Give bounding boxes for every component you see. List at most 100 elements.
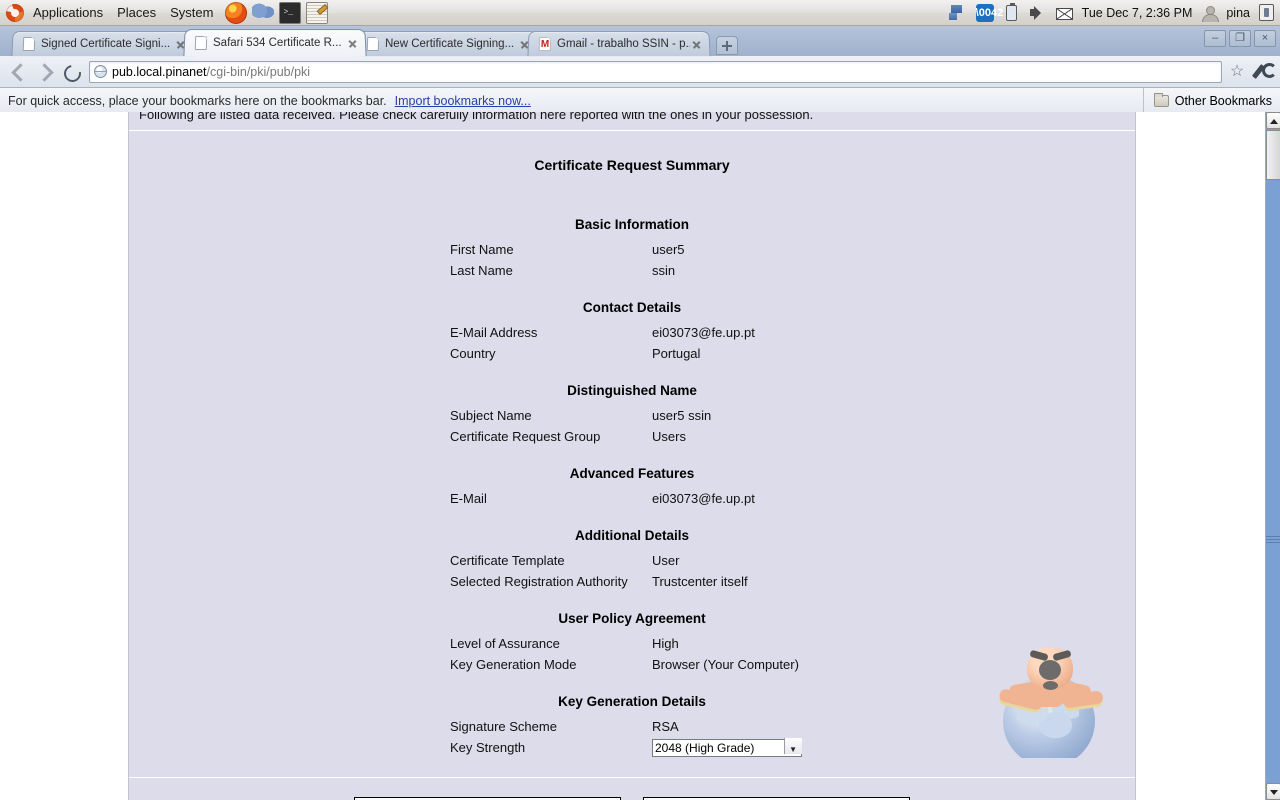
row-value: ei03073@fe.up.pt: [652, 491, 755, 506]
close-icon[interactable]: [690, 38, 704, 51]
user-icon[interactable]: [1201, 5, 1220, 22]
bookmarks-hint: For quick access, place your bookmarks h…: [8, 93, 387, 108]
forward-arrow-icon[interactable]: [32, 59, 58, 85]
row-value: ei03073@fe.up.pt: [652, 325, 755, 340]
row-value: 512 (Low Grade)1024 (Medium Grade)2048 (…: [652, 737, 1135, 760]
battery-icon[interactable]: [1005, 2, 1017, 21]
scroll-up-button[interactable]: [1266, 112, 1280, 129]
section-heading: Key Generation Details: [558, 694, 706, 709]
new-tab-button[interactable]: [716, 36, 738, 55]
summary-row: E-Mail Address ei03073@fe.up.pt: [129, 322, 1135, 343]
summary-row: Certificate Template User: [129, 550, 1135, 571]
section-rows: Subject Name user5 ssin Certificate Requ…: [129, 405, 1135, 447]
row-value: Users: [652, 429, 686, 444]
scroll-down-button[interactable]: [1266, 783, 1280, 800]
summary-row: Certificate Request Group Users: [129, 426, 1135, 447]
page-title: Certificate Request Summary: [534, 157, 730, 173]
bluetooth-icon[interactable]: [975, 3, 994, 22]
row-value: user5 ssin: [652, 408, 712, 423]
row-value: user5: [652, 242, 685, 257]
row-value: Trustcenter itself: [652, 574, 748, 589]
section-heading: Additional Details: [574, 528, 689, 543]
section-contact-details: Contact Details E-Mail Address ei03073@f…: [129, 300, 1135, 364]
terminal-launcher-icon[interactable]: [279, 1, 302, 24]
ubuntu-logo-icon[interactable]: [6, 3, 24, 22]
summary-row: E-Mail ei03073@fe.up.pt: [129, 488, 1135, 509]
section-advanced-features: Advanced Features E-Mail ei03073@fe.up.p…: [129, 466, 1135, 509]
scrollbar-thumb[interactable]: [1266, 130, 1280, 180]
row-label: E-Mail Address: [450, 325, 538, 340]
summary-row: Last Name ssin: [129, 260, 1135, 281]
window-controls: – ❐ ×: [1204, 30, 1276, 47]
page-viewport: Following are listed data received. Plea…: [0, 112, 1280, 800]
tab-title: Signed Certificate Signi...: [40, 38, 171, 51]
intro-text: Following are listed data received. Plea…: [139, 112, 814, 122]
shutdown-icon[interactable]: [1259, 4, 1274, 21]
wrench-icon[interactable]: [1250, 60, 1277, 84]
minimize-button[interactable]: –: [1204, 30, 1226, 47]
gnome-top-panel: Applications Places System Tue Dec 7, 2:…: [0, 0, 1280, 26]
summary-row-key-strength: Key Strength 512 (Low Grade)1024 (Medium…: [129, 737, 1135, 760]
ghosts-launcher-icon[interactable]: [252, 1, 275, 24]
summary-row: Subject Name user5 ssin: [129, 405, 1135, 426]
url-host: pub.local.pinanet: [112, 64, 207, 79]
key-strength-select[interactable]: 512 (Low Grade)1024 (Medium Grade)2048 (…: [652, 739, 802, 757]
text-editor-launcher-icon[interactable]: [306, 1, 329, 24]
section-heading: Contact Details: [582, 300, 682, 315]
menu-places[interactable]: Places: [110, 2, 163, 24]
row-label: Certificate Request Group: [450, 429, 601, 444]
close-button[interactable]: ×: [1254, 30, 1276, 47]
summary-row: First Name user5: [129, 239, 1135, 260]
tab-title: New Certificate Signing...: [384, 38, 515, 51]
row-value: User: [652, 553, 680, 568]
mail-icon[interactable]: [1055, 8, 1073, 20]
section-heading: User Policy Agreement: [558, 611, 706, 626]
row-label: Level of Assurance: [450, 636, 560, 651]
maximize-button[interactable]: ❐: [1229, 30, 1251, 47]
reload-icon[interactable]: [58, 59, 84, 85]
star-icon[interactable]: [1227, 62, 1247, 82]
row-label: Country: [450, 346, 496, 361]
menu-applications[interactable]: Applications: [26, 2, 110, 24]
system-tray: Tue Dec 7, 2:36 PM pina: [948, 2, 1280, 22]
summary-row: Selected Registration Authority Trustcen…: [129, 571, 1135, 592]
back-arrow-icon[interactable]: [6, 59, 32, 85]
gmail-icon: [538, 37, 552, 52]
other-bookmarks-button[interactable]: Other Bookmarks: [1142, 88, 1272, 113]
url-path: /cgi-bin/pki/pub/pki: [206, 64, 311, 79]
maximize-icon: ❐: [1235, 32, 1245, 44]
section-rows: Signature Scheme RSA Key Strength 512 (L…: [129, 716, 1135, 760]
username-label[interactable]: pina: [1226, 6, 1250, 20]
firefox-launcher-icon[interactable]: [225, 1, 248, 24]
address-bar[interactable]: pub.local.pinanet/cgi-bin/pki/pub/pki: [89, 60, 1222, 83]
summary-body: Certificate Request Summary Basic Inform…: [129, 131, 1135, 760]
import-bookmarks-link[interactable]: Import bookmarks now...: [395, 94, 531, 108]
row-label: Signature Scheme: [450, 719, 557, 734]
intro-strip: Following are listed data received. Plea…: [129, 112, 1135, 130]
summary-row: Country Portugal: [129, 343, 1135, 364]
vertical-scrollbar[interactable]: [1265, 112, 1280, 800]
tab-title: Gmail - trabalho SSIN - p...: [556, 38, 691, 51]
page-icon: [22, 37, 36, 52]
tab-safari-534-certificate[interactable]: Safari 534 Certificate R...: [183, 29, 367, 57]
tab-gmail[interactable]: Gmail - trabalho SSIN - p...: [527, 31, 711, 57]
volume-muted-icon[interactable]: [1029, 4, 1047, 22]
section-key-generation-details: Key Generation Details Signature Scheme …: [129, 694, 1135, 760]
network-icon[interactable]: [948, 3, 967, 22]
tab-new-certificate-signing[interactable]: New Certificate Signing...: [355, 31, 539, 57]
other-bookmarks-label: Other Bookmarks: [1174, 93, 1272, 108]
page-right-margin: [1136, 112, 1265, 800]
row-value: RSA: [652, 719, 679, 734]
tab-signed-certificate[interactable]: Signed Certificate Signi...: [11, 31, 195, 57]
row-label: Certificate Template: [450, 553, 565, 568]
section-heading: Advanced Features: [569, 466, 695, 481]
folder-icon: [1153, 92, 1169, 107]
clock[interactable]: Tue Dec 7, 2:36 PM: [1082, 6, 1193, 20]
section-heading: Distinguished Name: [567, 383, 697, 398]
row-label: Last Name: [450, 263, 513, 278]
section-basic-information: Basic Information First Name user5 Last …: [129, 217, 1135, 281]
section-rows: E-Mail ei03073@fe.up.pt: [129, 488, 1135, 509]
browser-window: Signed Certificate Signi... Safari 534 C…: [0, 26, 1280, 800]
close-icon[interactable]: [346, 37, 360, 50]
menu-system[interactable]: System: [163, 2, 220, 24]
